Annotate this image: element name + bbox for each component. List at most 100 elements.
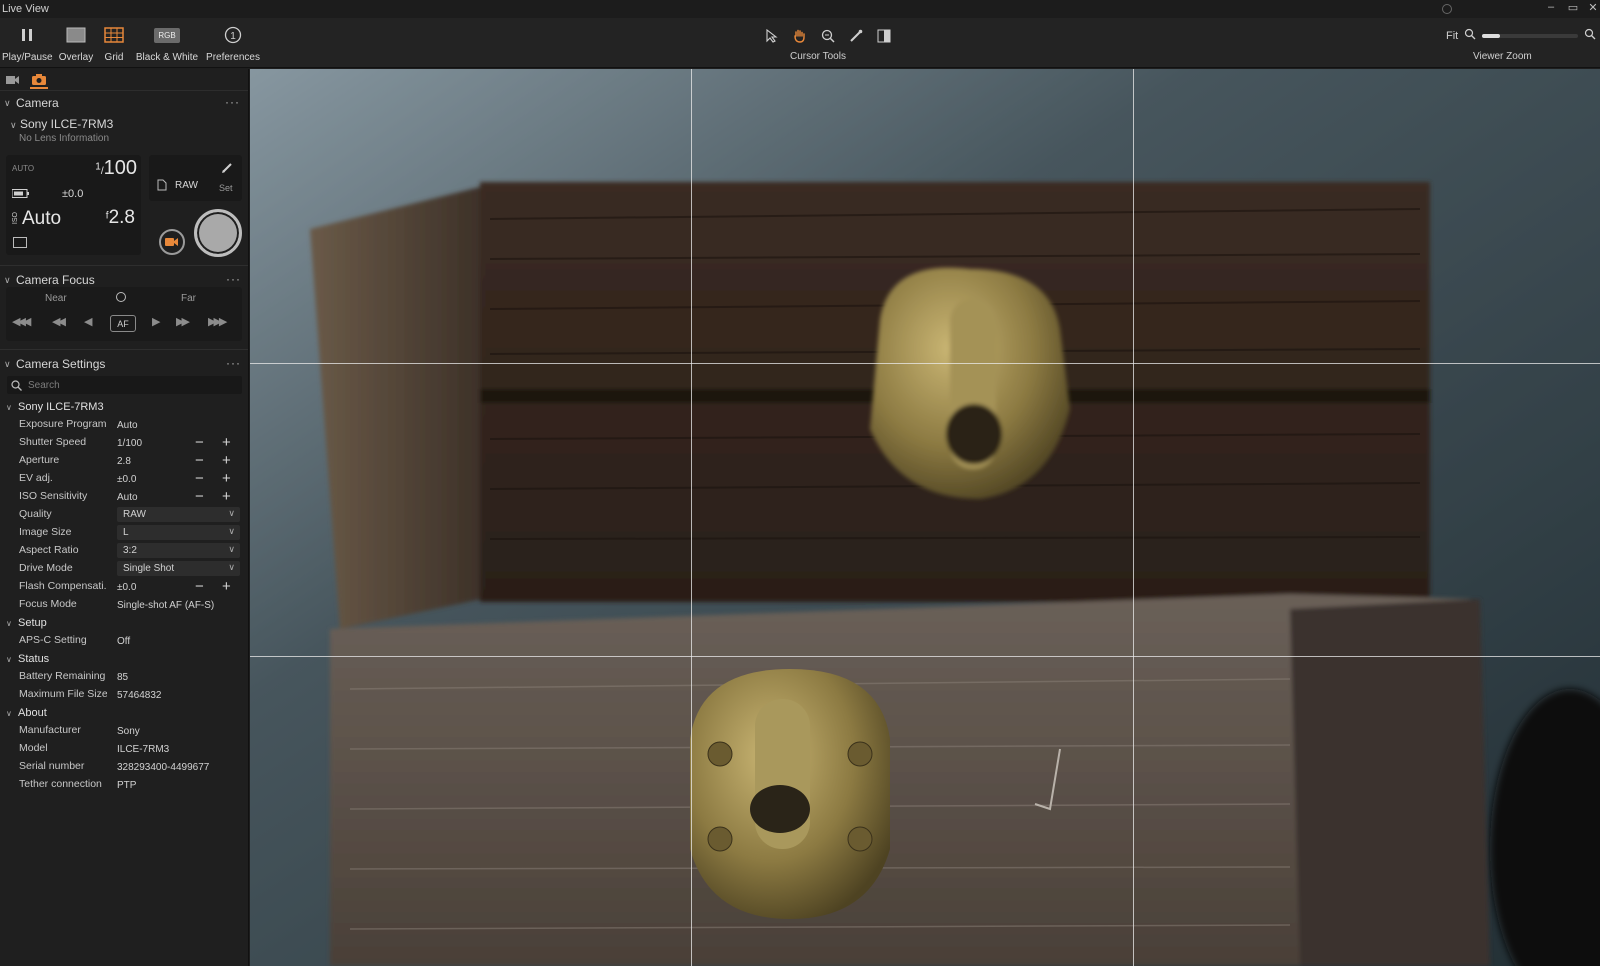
camera-tab-icon[interactable]	[30, 71, 48, 89]
group-about-header[interactable]: ∨ About	[0, 704, 248, 722]
decrement-button[interactable]: −	[195, 488, 204, 505]
decrement-button[interactable]: −	[195, 452, 204, 469]
increment-button[interactable]: +	[222, 434, 231, 451]
focus-controls: Near Far ◀◀◀ ◀◀ ◀ AF ▶ ▶▶ ▶▶▶	[6, 287, 242, 341]
setting-label: ISO Sensitivity	[19, 490, 88, 502]
shutter-denominator: 100	[103, 157, 137, 179]
rgb-badge: RGB	[154, 27, 180, 43]
focus-far-medium-icon[interactable]: ▶▶	[176, 315, 190, 328]
setting-row-manufacturer: Manufacturer Sony	[0, 722, 248, 740]
live-photo	[250, 69, 1600, 966]
more-options-icon[interactable]: ···	[225, 95, 240, 109]
group-setup-header[interactable]: ∨ Setup	[0, 614, 248, 632]
group-status-header[interactable]: ∨ Status	[0, 650, 248, 668]
decrement-button[interactable]: −	[195, 434, 204, 451]
focus-far-label: Far	[181, 293, 196, 304]
aspect-ratio-dropdown[interactable]: 3:2 ∨	[117, 543, 240, 558]
grid-button[interactable]: Grid	[101, 24, 127, 63]
quality-display[interactable]: RAW	[175, 180, 198, 191]
black-white-button[interactable]: RGB Black & White	[134, 24, 200, 63]
search-input[interactable]	[28, 379, 228, 391]
focus-far-large-icon[interactable]: ▶▶▶	[208, 315, 227, 328]
play-pause-button[interactable]: Play/Pause	[2, 24, 53, 63]
minimize-button[interactable]: –	[1544, 1, 1558, 13]
eyedropper-icon[interactable]	[844, 25, 868, 47]
settings-section-title: Camera Settings	[16, 357, 106, 371]
camera-section-header[interactable]: ∨ Camera ···	[0, 93, 248, 113]
focus-near-small-icon[interactable]: ◀	[84, 315, 93, 328]
live-view-image[interactable]	[250, 69, 1600, 966]
setting-row-ev-adj: EV adj. ±0.0 − +	[0, 470, 248, 488]
more-options-icon[interactable]: ···	[226, 272, 241, 286]
shutter-speed-display[interactable]: 1/100	[95, 157, 137, 180]
zoom-fit-button[interactable]: Fit	[1446, 30, 1458, 42]
autofocus-button[interactable]: AF	[110, 315, 136, 332]
rgb-icon: RGB	[134, 24, 200, 46]
group-device-title: Sony ILCE-7RM3	[18, 401, 104, 413]
increment-button[interactable]: +	[222, 452, 231, 469]
record-video-button[interactable]	[159, 229, 185, 255]
capture-button[interactable]	[194, 209, 242, 257]
focus-near-medium-icon[interactable]: ◀◀	[52, 315, 66, 328]
setting-value: ±0.0	[117, 582, 137, 593]
chevron-down-icon: ∨	[4, 97, 11, 108]
hand-tool-icon[interactable]	[788, 25, 812, 47]
compare-view-icon[interactable]	[872, 25, 896, 47]
settings-section-header[interactable]: ∨ Camera Settings ···	[0, 354, 248, 374]
setting-label: Flash Compensati...	[19, 580, 107, 592]
setting-value: 85	[117, 672, 129, 683]
setting-label: Shutter Speed	[19, 436, 87, 448]
decrement-button[interactable]: −	[195, 578, 204, 595]
focus-far-small-icon[interactable]: ▶	[152, 315, 161, 328]
camera-model-label: Sony ILCE-7RM3	[19, 117, 114, 131]
video-record-icon	[165, 238, 178, 246]
setting-value: 57464832	[117, 690, 162, 701]
divider	[0, 265, 248, 266]
decrement-button[interactable]: −	[195, 470, 204, 487]
maximize-button[interactable]: ▭	[1566, 1, 1580, 14]
setting-row-exposure-program: Exposure Program Auto	[0, 416, 248, 434]
select-cursor-icon[interactable]	[760, 25, 784, 47]
quality-dropdown[interactable]: RAW ∨	[117, 507, 240, 522]
iso-label: ISO	[12, 212, 19, 225]
increment-button[interactable]: +	[222, 470, 231, 487]
video-tab-icon[interactable]	[4, 71, 22, 89]
camera-model[interactable]: ∨ Sony ILCE-7RM3	[0, 117, 248, 131]
overlay-label: Overlay	[58, 52, 94, 63]
chevron-down-icon: ∨	[228, 508, 235, 518]
dropdown-value: RAW	[123, 509, 146, 520]
pencil-icon[interactable]	[221, 161, 234, 177]
overlay-button[interactable]: Overlay	[58, 24, 94, 63]
increment-button[interactable]: +	[222, 488, 231, 505]
preferences-button[interactable]: 1 Preferences	[206, 24, 260, 63]
drive-mode-dropdown[interactable]: Single Shot ∨	[117, 561, 240, 576]
setting-label: Maximum File Size	[19, 688, 107, 700]
group-device-header[interactable]: ∨ Sony ILCE-7RM3	[0, 398, 248, 416]
more-options-icon[interactable]: ···	[226, 356, 241, 370]
zoom-out-icon[interactable]	[1464, 28, 1476, 43]
focus-near-label: Near	[45, 293, 67, 304]
group-status-title: Status	[18, 653, 50, 665]
divider	[0, 349, 248, 350]
increment-button[interactable]: +	[222, 578, 231, 595]
zoom-tool-icon[interactable]	[816, 25, 840, 47]
focus-near-large-icon[interactable]: ◀◀◀	[12, 315, 31, 328]
svg-text:1: 1	[230, 31, 236, 42]
setting-value: Off	[117, 636, 131, 647]
cursor-tools-group	[760, 25, 896, 47]
setting-row-shutter-speed: Shutter Speed 1/100 − +	[0, 434, 248, 452]
setting-value: 1/100	[117, 438, 143, 449]
setting-label: Exposure Program	[19, 418, 107, 430]
overlay-icon	[58, 24, 94, 46]
focus-section-title: Camera Focus	[16, 273, 95, 287]
zoom-in-icon[interactable]	[1584, 28, 1596, 43]
chevron-down-icon: ∨	[4, 358, 11, 369]
image-size-dropdown[interactable]: L ∨	[117, 525, 240, 540]
file-icon	[157, 179, 167, 194]
close-button[interactable]: ✕	[1586, 1, 1600, 14]
aperture-display[interactable]: f2.8	[106, 207, 135, 229]
settings-search	[7, 376, 242, 394]
zoom-slider[interactable]	[1482, 33, 1579, 38]
iso-display[interactable]: Auto	[22, 208, 61, 230]
ev-display[interactable]: ±0.0	[62, 188, 83, 200]
